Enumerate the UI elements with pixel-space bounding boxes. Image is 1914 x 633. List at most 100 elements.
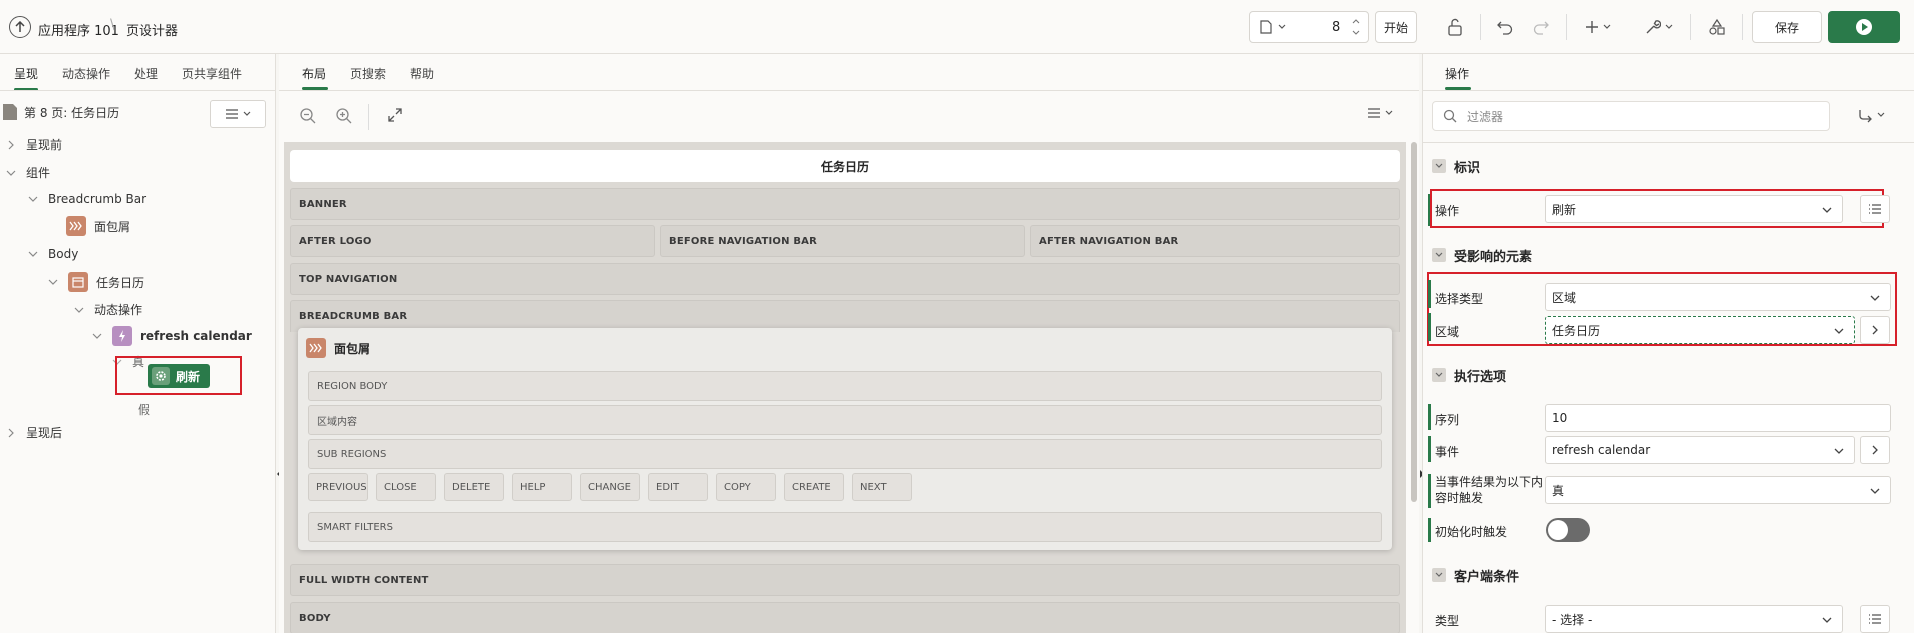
button-slot-delete[interactable]: DELETE <box>444 473 504 501</box>
slot-smart-filters[interactable]: SMART FILTERS <box>308 512 1382 542</box>
tree-node-task-calendar[interactable]: 任务日历 <box>48 272 144 292</box>
tree-node-components[interactable]: 组件 <box>6 164 50 181</box>
shared-components-icon[interactable] <box>1702 11 1732 43</box>
layout-canvas: 任务日历 BANNER AFTER LOGO BEFORE NAVIGATION… <box>284 142 1406 633</box>
app-breadcrumb[interactable]: 应用程序 101 <box>38 20 119 39</box>
region-select[interactable]: 任务日历 <box>1545 316 1855 344</box>
selection-type-select[interactable]: 区域 <box>1545 283 1891 311</box>
expand-icon[interactable] <box>387 107 403 123</box>
tab-action[interactable]: 操作 <box>1445 65 1469 82</box>
undo-icon[interactable] <box>1490 11 1520 43</box>
up-arrow-icon[interactable] <box>9 16 31 38</box>
save-button[interactable]: 保存 <box>1752 11 1822 43</box>
utilities-menu-button[interactable] <box>1638 11 1680 43</box>
tab-divider <box>1423 90 1914 91</box>
button-slot-copy[interactable]: COPY <box>716 473 776 501</box>
action-select[interactable]: 刷新 <box>1545 195 1843 223</box>
chevron-right-icon <box>1872 445 1878 455</box>
tree-node-breadcrumb[interactable]: 面包屑 <box>66 216 130 236</box>
button-slot-help[interactable]: HELP <box>512 473 572 501</box>
tab-page-search[interactable]: 页搜索 <box>350 65 386 82</box>
event-select[interactable]: refresh calendar <box>1545 436 1855 464</box>
tab-rendering[interactable]: 呈现 <box>14 65 39 91</box>
canvas-page-title[interactable]: 任务日历 <box>290 150 1400 182</box>
required-indicator <box>1428 436 1431 462</box>
chevron-right-icon <box>8 140 14 149</box>
type-select[interactable]: - 选择 - <box>1545 605 1843 633</box>
tree-label: 动态操作 <box>94 303 143 317</box>
redo-icon[interactable] <box>1526 11 1556 43</box>
tree-node-false[interactable]: 假 <box>138 401 150 418</box>
tree-node-breadcrumb-bar[interactable]: Breadcrumb Bar <box>28 192 146 206</box>
section-identification[interactable]: 标识 <box>1432 148 1892 184</box>
chevron-down-icon <box>6 170 16 176</box>
chevron-down-icon <box>1432 568 1446 582</box>
tree-node-refresh-action[interactable]: 刷新 <box>148 364 210 388</box>
go-button[interactable]: 开始 <box>1375 11 1417 43</box>
tree-label: 面包屑 <box>94 219 131 234</box>
lock-icon[interactable] <box>1440 11 1470 43</box>
button-slot-create[interactable]: CREATE <box>784 473 844 501</box>
slot-after-navigation-bar[interactable]: AFTER NAVIGATION BAR <box>1030 225 1400 257</box>
button-slot-close[interactable]: CLOSE <box>376 473 436 501</box>
list-icon <box>1869 614 1881 624</box>
filter-input[interactable]: 过滤器 <box>1432 101 1830 131</box>
slot-sub-regions[interactable]: SUB REGIONS <box>308 439 1382 469</box>
tab-page-shared-components[interactable]: 页共享组件 <box>182 65 242 82</box>
list-button[interactable] <box>1860 195 1890 223</box>
selection-type-value: 区域 <box>1552 290 1577 305</box>
button-slot-change[interactable]: CHANGE <box>580 473 640 501</box>
slot-before-navigation-bar[interactable]: BEFORE NAVIGATION BAR <box>660 225 1025 257</box>
slot-full-width-content[interactable]: FULL WIDTH CONTENT <box>290 564 1400 596</box>
sequence-input[interactable]: 10 <box>1545 404 1891 432</box>
button-slot-previous[interactable]: PREVIOUS <box>308 473 368 501</box>
slot-after-logo[interactable]: AFTER LOGO <box>290 225 655 257</box>
list-icon <box>1869 204 1881 214</box>
page-number-input[interactable]: 8 <box>1332 20 1340 35</box>
scrollbar[interactable] <box>1411 142 1417 502</box>
chevron-down-icon <box>1432 368 1446 382</box>
button-slot-next[interactable]: NEXT <box>852 473 912 501</box>
go-to-event-button[interactable] <box>1860 436 1890 464</box>
tab-processing[interactable]: 处理 <box>134 65 158 82</box>
chevron-down-icon <box>1432 159 1446 173</box>
tree-menu-button[interactable] <box>210 100 266 128</box>
required-indicator <box>1428 474 1431 508</box>
tab-help[interactable]: 帮助 <box>410 65 434 82</box>
tree-node-pre-render[interactable]: 呈现前 <box>6 136 62 153</box>
stepper-icon[interactable] <box>1352 18 1360 36</box>
section-affected-elements[interactable]: 受影响的元素 <box>1432 237 1892 273</box>
slot-banner[interactable]: BANNER <box>290 188 1400 220</box>
go-to-region-button[interactable] <box>1860 316 1890 344</box>
page-tree-title[interactable]: 第 8 页: 任务日历 <box>2 103 119 121</box>
zoom-out-icon[interactable] <box>299 107 317 125</box>
divider <box>1690 14 1691 40</box>
tree-node-refresh-calendar[interactable]: refresh calendar <box>92 326 252 346</box>
section-execution-options[interactable]: 执行选项 <box>1432 357 1892 393</box>
tree-node-post-render[interactable]: 呈现后 <box>6 424 62 441</box>
slot-top-navigation[interactable]: TOP NAVIGATION <box>290 263 1400 295</box>
divider <box>1566 14 1567 40</box>
fire-on-init-toggle[interactable] <box>1546 518 1590 542</box>
zoom-in-icon[interactable] <box>335 107 353 125</box>
slot-region-body[interactable]: REGION BODY <box>308 371 1382 401</box>
tree-node-dynamic-actions[interactable]: 动态操作 <box>74 301 142 318</box>
list-button[interactable] <box>1860 605 1890 633</box>
page-selector[interactable]: 8 <box>1249 11 1369 43</box>
region-title: 面包屑 <box>306 338 370 358</box>
create-menu-button[interactable] <box>1578 11 1618 43</box>
fire-when-label: 当事件结果为以下内容时触发 <box>1435 475 1544 505</box>
chevron-right-icon <box>1872 325 1878 335</box>
section-client-condition[interactable]: 客户端条件 <box>1432 557 1892 593</box>
run-button[interactable] <box>1828 11 1900 43</box>
button-slot-edit[interactable]: EDIT <box>648 473 708 501</box>
tab-layout[interactable]: 布局 <box>302 65 326 82</box>
go-to-group-button[interactable] <box>1858 107 1885 123</box>
tab-dynamic-actions[interactable]: 动态操作 <box>62 65 110 82</box>
slot-body[interactable]: BODY <box>290 602 1400 633</box>
layout-menu-button[interactable] <box>1367 107 1393 119</box>
divider <box>1742 14 1743 40</box>
fire-when-select[interactable]: 真 <box>1545 476 1891 504</box>
tree-node-body[interactable]: Body <box>28 247 78 261</box>
slot-region-content[interactable]: 区域内容 <box>308 405 1382 435</box>
